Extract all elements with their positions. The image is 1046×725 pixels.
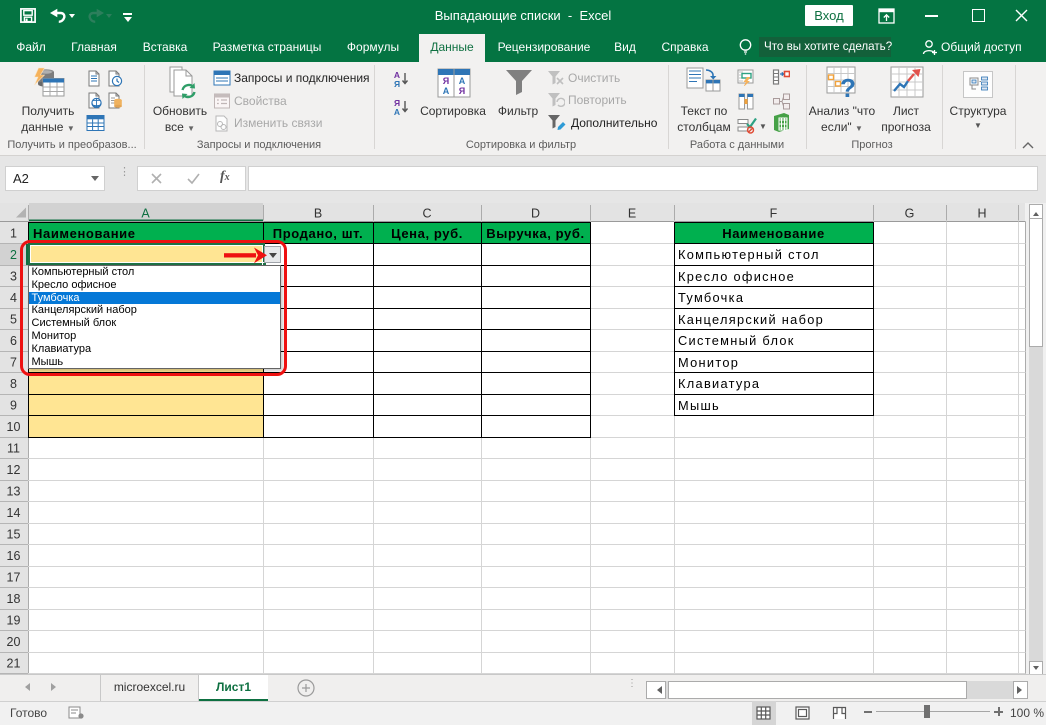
svg-text:Я: Я <box>443 76 449 86</box>
svg-text:А: А <box>459 76 466 86</box>
svg-text:Наименование: Наименование <box>33 226 136 241</box>
svg-text:Продано, шт.: Продано, шт. <box>273 226 363 241</box>
svg-text:Я: Я <box>459 86 465 96</box>
svg-text:Мышь: Мышь <box>678 398 720 413</box>
svg-text:А: А <box>394 107 400 116</box>
svg-text:Тумбочка: Тумбочка <box>678 290 744 305</box>
svg-text:Цена, руб.: Цена, руб. <box>391 226 463 241</box>
svg-text:Компьютерный стол: Компьютерный стол <box>678 247 820 262</box>
svg-text:Наименование: Наименование <box>722 226 825 241</box>
svg-text:А: А <box>443 86 450 96</box>
svg-text:Канцелярский набор: Канцелярский набор <box>678 312 824 327</box>
svg-text:Выручка, руб.: Выручка, руб. <box>486 226 584 241</box>
svg-text:Кресло офисное: Кресло офисное <box>678 269 795 284</box>
svg-text:?: ? <box>840 73 856 100</box>
svg-text:Монитор: Монитор <box>678 355 739 370</box>
svg-text:Системный блок: Системный блок <box>678 333 795 348</box>
svg-text:Клавиатура: Клавиатура <box>678 376 760 391</box>
svg-text:Я: Я <box>394 79 400 88</box>
